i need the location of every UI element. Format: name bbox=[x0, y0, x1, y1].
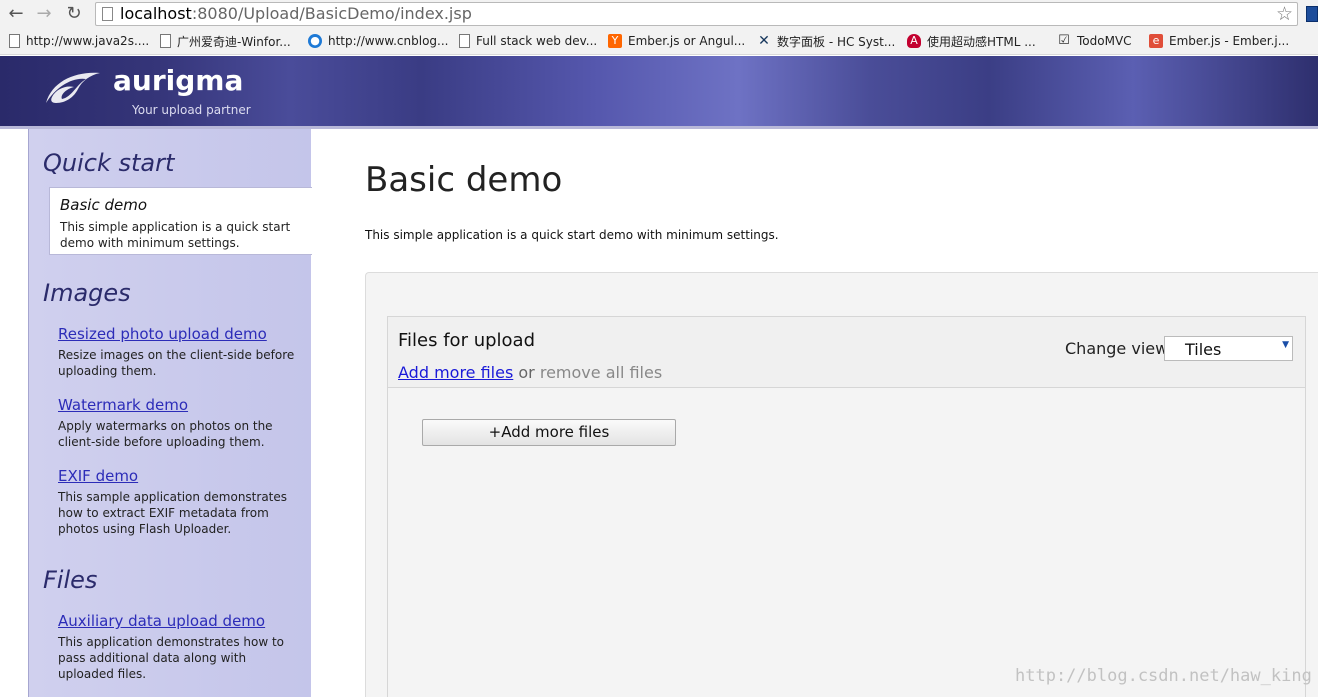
section-heading-quick-start: Quick start bbox=[43, 149, 175, 177]
page-icon bbox=[9, 34, 20, 48]
page-icon bbox=[160, 34, 171, 48]
bookmark-item[interactable]: Full stack web dev... bbox=[459, 32, 597, 50]
watermark-text: http://blog.csdn.net/haw_king bbox=[1015, 666, 1312, 686]
bookmark-item[interactable]: e Ember.js - Ember.j... bbox=[1149, 32, 1289, 50]
dropdown-arrow-icon: ▼ bbox=[1282, 340, 1289, 350]
change-view-select[interactable]: Tiles ▼ bbox=[1164, 336, 1293, 361]
page-icon bbox=[102, 7, 113, 21]
ycombinator-icon: Y bbox=[608, 34, 622, 48]
cnblogs-icon: ● bbox=[308, 34, 322, 48]
reload-icon[interactable]: ↻ bbox=[63, 3, 85, 25]
logo-tagline: Your upload partner bbox=[132, 103, 251, 117]
sidebar-nav: Quick start Basic demo This simple appli… bbox=[28, 129, 312, 697]
sidebar-link-desc: Resize images on the client-side before … bbox=[58, 348, 295, 378]
sidebar-item-desc: This simple application is a quick start… bbox=[60, 220, 291, 250]
address-bar[interactable]: localhost:8080/Upload/BasicDemo/index.js… bbox=[95, 2, 1298, 26]
bookmark-star-icon[interactable]: ☆ bbox=[1276, 4, 1293, 24]
sidebar-link-desc: This sample application demonstrates how… bbox=[58, 490, 288, 536]
or-text: or bbox=[513, 363, 540, 382]
x-logo-icon: ✕ bbox=[758, 33, 770, 49]
extension-icon[interactable] bbox=[1306, 6, 1318, 22]
bookmark-item[interactable]: ● http://www.cnblog... bbox=[308, 32, 448, 50]
bookmark-item[interactable]: ☑ TodoMVC bbox=[1057, 32, 1131, 50]
file-uploader: Files for upload Add more files or remov… bbox=[387, 316, 1306, 697]
page-icon bbox=[459, 34, 470, 48]
sidebar-item-basic-demo[interactable]: Basic demo This simple application is a … bbox=[49, 187, 312, 255]
bookmark-item[interactable]: http://www.java2s.... bbox=[9, 32, 149, 50]
section-heading-images: Images bbox=[43, 279, 131, 307]
uploader-title: Files for upload bbox=[398, 330, 535, 351]
uploader-header: Files for upload Add more files or remov… bbox=[388, 317, 1305, 388]
sidebar-link-auxiliary-data[interactable]: Auxiliary data upload demo bbox=[58, 612, 265, 630]
sidebar-link-watermark[interactable]: Watermark demo bbox=[58, 396, 188, 414]
bookmark-item[interactable]: ✕ 数字面板 - HC Syst... bbox=[757, 32, 895, 50]
sidebar-link-desc: Apply watermarks on photos on the client… bbox=[58, 419, 273, 449]
sidebar-item-title: Basic demo bbox=[60, 196, 148, 214]
back-icon[interactable]: ← bbox=[5, 3, 27, 25]
logo-text[interactable]: aurigma bbox=[113, 64, 243, 97]
browser-toolbar: ← → ↻ localhost:8080/Upload/BasicDemo/in… bbox=[0, 0, 1318, 28]
angular-icon: A bbox=[907, 34, 921, 48]
section-heading-files: Files bbox=[43, 566, 98, 594]
add-more-files-link[interactable]: Add more files bbox=[398, 363, 513, 382]
aurigma-logo-icon[interactable] bbox=[42, 67, 104, 107]
page-description: This simple application is a quick start… bbox=[365, 228, 779, 242]
page-title: Basic demo bbox=[365, 160, 563, 200]
forward-icon[interactable]: → bbox=[33, 3, 55, 25]
url-text[interactable]: localhost:8080/Upload/BasicDemo/index.js… bbox=[120, 4, 472, 24]
bookmark-item[interactable]: 广州爱奇迪-Winfor... bbox=[160, 32, 291, 50]
bookmarks-bar: http://www.java2s.... 广州爱奇迪-Winfor... ● h… bbox=[0, 28, 1318, 55]
sidebar-link-desc: This application demonstrates how to pas… bbox=[58, 635, 285, 681]
remove-all-files-link[interactable]: remove all files bbox=[540, 363, 662, 382]
sidebar-link-exif[interactable]: EXIF demo bbox=[58, 467, 138, 485]
change-view-label: Change view: bbox=[1065, 339, 1173, 358]
change-view-value: Tiles bbox=[1185, 340, 1222, 359]
add-more-files-button[interactable]: +Add more files bbox=[422, 419, 676, 446]
bookmark-item[interactable]: A 使用超动感HTML ... bbox=[907, 32, 1036, 50]
checkbox-icon: ☑ bbox=[1058, 33, 1070, 48]
uploader-actions: Add more files or remove all files bbox=[398, 363, 662, 382]
sidebar-link-resized-photo[interactable]: Resized photo upload demo bbox=[58, 325, 267, 343]
ember-icon: e bbox=[1149, 34, 1163, 48]
bookmark-item[interactable]: Y Ember.js or Angul... bbox=[608, 32, 745, 50]
